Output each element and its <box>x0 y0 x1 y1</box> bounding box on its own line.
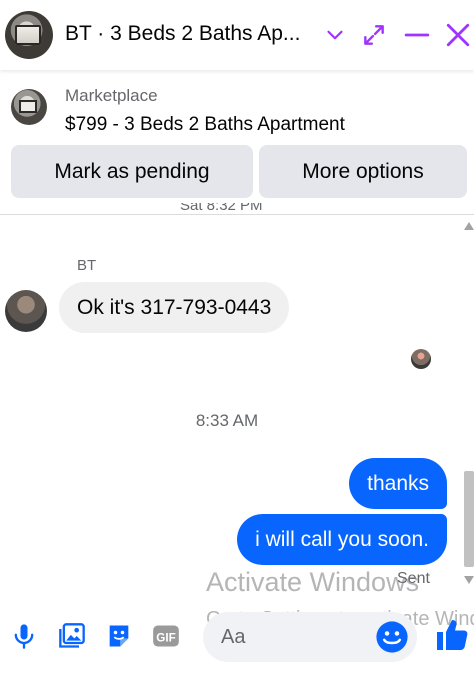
chat-title[interactable]: BT · 3 Beds 2 Baths Ap... <box>65 22 313 46</box>
sticker-icon[interactable] <box>105 622 133 650</box>
message-timestamp: 8:33 AM <box>195 411 259 430</box>
listing-thumbnail[interactable] <box>11 89 47 125</box>
close-icon[interactable] <box>445 22 471 48</box>
clipped-timestamp: Sat 8:32 PM <box>180 203 263 214</box>
emoji-icon[interactable] <box>375 620 409 654</box>
chat-header: BT · 3 Beds 2 Baths Ap... <box>0 0 474 70</box>
read-receipt-avatar <box>411 349 431 369</box>
marketplace-label: Marketplace <box>65 86 158 105</box>
message-input[interactable] <box>221 612 371 662</box>
mark-as-pending-button[interactable]: Mark as pending <box>11 145 253 198</box>
chevron-down-icon[interactable] <box>322 22 348 48</box>
minimize-icon[interactable] <box>404 22 430 48</box>
photo-icon[interactable] <box>58 622 86 650</box>
message-input-wrapper[interactable] <box>203 612 417 662</box>
listing-avatar[interactable] <box>5 11 53 59</box>
expand-icon[interactable] <box>361 22 387 48</box>
listing-title[interactable]: $799 - 3 Beds 2 Baths Apartment <box>65 114 345 136</box>
svg-text:GIF: GIF <box>156 631 175 644</box>
microphone-icon[interactable] <box>10 622 38 650</box>
scroll-down-arrow[interactable] <box>464 576 474 584</box>
outgoing-message[interactable]: i will call you soon. <box>237 514 447 565</box>
activate-windows-watermark: Activate Windows <box>206 567 420 597</box>
marketplace-card: Marketplace $799 - 3 Beds 2 Baths Apartm… <box>0 70 474 215</box>
like-icon[interactable] <box>434 617 470 653</box>
outgoing-message[interactable]: thanks <box>349 458 447 509</box>
sender-avatar[interactable] <box>5 290 47 332</box>
scroll-up-arrow[interactable] <box>464 222 474 230</box>
scrollbar-thumb[interactable] <box>464 471 474 567</box>
more-options-button[interactable]: More options <box>259 145 467 198</box>
sender-name: BT <box>77 257 97 274</box>
incoming-message[interactable]: Ok it's 317-793-0443 <box>59 282 290 333</box>
gif-icon[interactable]: GIF <box>152 622 180 650</box>
